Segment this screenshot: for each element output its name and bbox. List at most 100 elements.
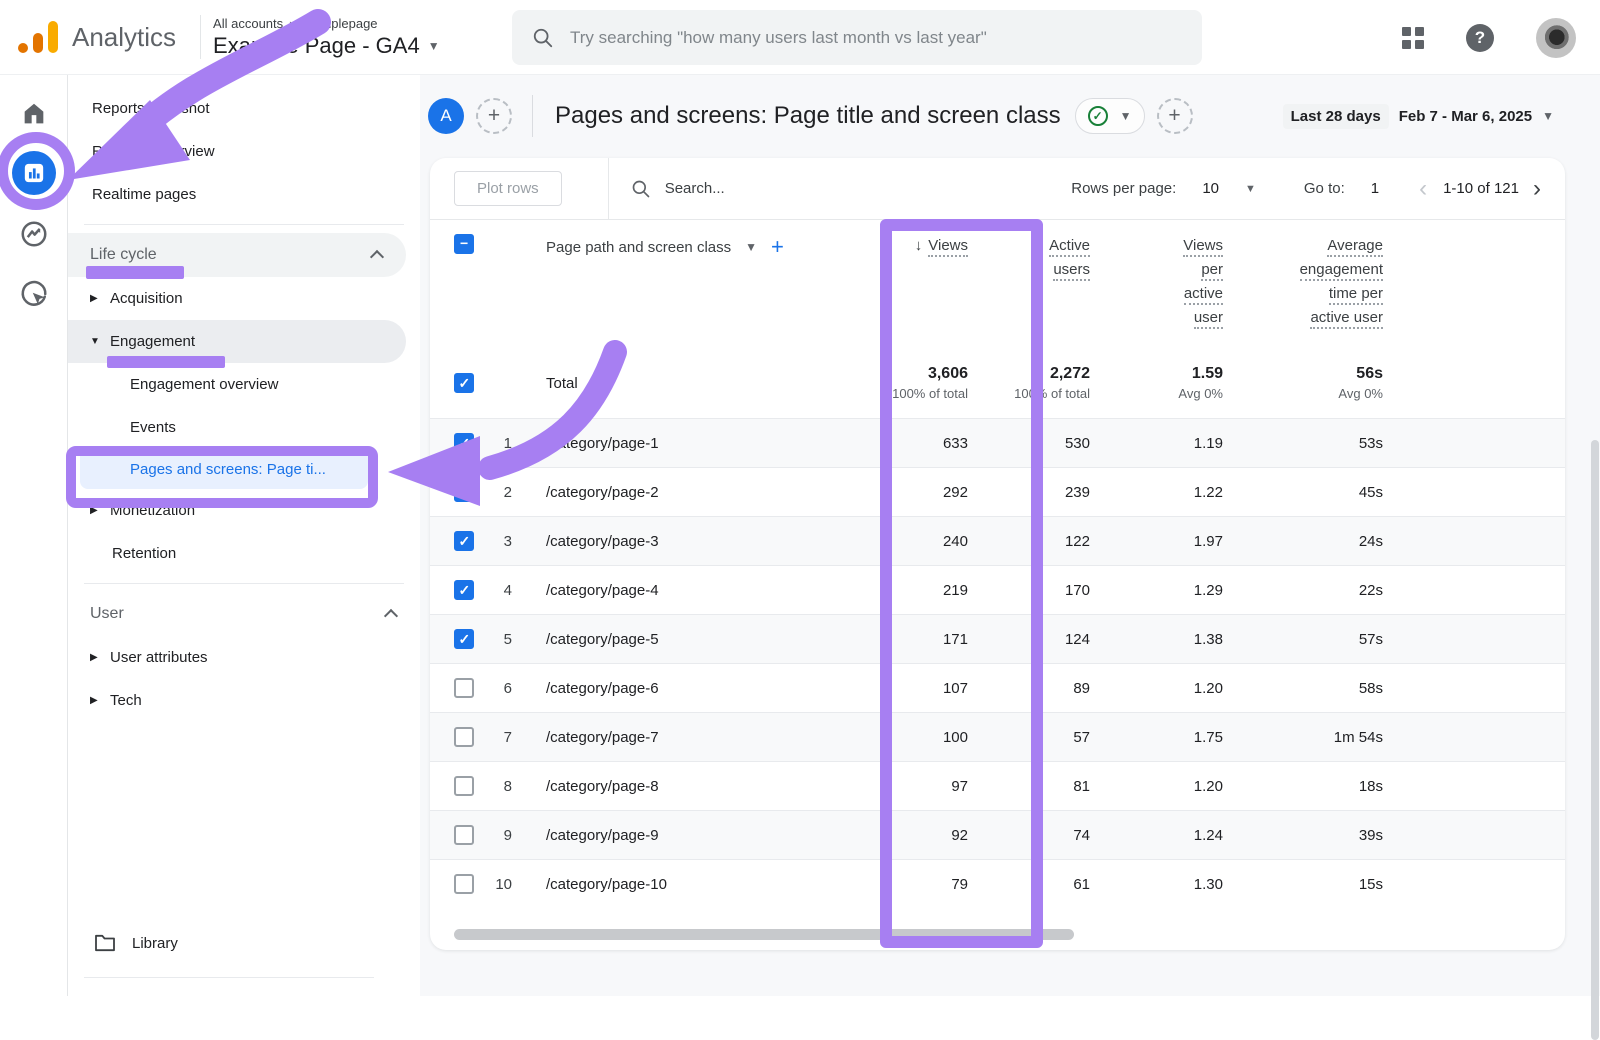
reports-icon[interactable]: [12, 151, 56, 195]
previous-page-icon[interactable]: ‹: [1419, 177, 1427, 201]
table-row: 6 /category/page-6 107 89 1.20 58s: [430, 663, 1565, 712]
section-user[interactable]: User: [68, 592, 420, 636]
horizontal-scrollbar[interactable]: [454, 929, 1074, 940]
row-checkbox[interactable]: [454, 874, 474, 894]
select-all-checkbox[interactable]: [454, 234, 474, 254]
header-divider: [532, 95, 533, 137]
sidebar-item-library[interactable]: Library: [68, 934, 420, 952]
chevron-down-icon[interactable]: ▼: [745, 240, 757, 254]
column-header-views[interactable]: ↓Views: [840, 234, 980, 258]
total-active-users: 2,272: [980, 365, 1090, 383]
sidebar-item-acquisition[interactable]: ▶ Acquisition: [68, 277, 420, 320]
expand-arrow-icon: ▶: [90, 505, 100, 516]
help-icon[interactable]: ?: [1466, 24, 1494, 52]
sidebar-item-pages-and-screens[interactable]: Pages and screens: Page ti...: [80, 449, 368, 489]
row-checkbox[interactable]: [454, 727, 474, 747]
chevron-down-icon: ▼: [428, 39, 440, 53]
page-path: /category/page-3: [526, 533, 840, 550]
top-app-bar: Analytics All accounts › examplepage Exa…: [0, 0, 1600, 75]
row-checkbox[interactable]: [454, 629, 474, 649]
table-row: 9 /category/page-9 92 74 1.24 39s: [430, 810, 1565, 859]
collapse-arrow-icon: ▼: [90, 336, 100, 347]
table-row: 3 /category/page-3 240 122 1.97 24s: [430, 516, 1565, 565]
dimension-header[interactable]: Page path and screen class ▼ +: [526, 234, 840, 260]
sidebar-divider: [84, 583, 404, 584]
expand-arrow-icon: ▶: [90, 652, 100, 663]
column-header-active-users[interactable]: Active users: [980, 234, 1102, 282]
page-path: /category/page-7: [526, 729, 840, 746]
property-selector[interactable]: Example Page - GA4 ▼: [213, 33, 440, 59]
page-path: /category/page-5: [526, 631, 840, 648]
report-owner-avatar[interactable]: A: [428, 98, 464, 134]
page-path: /category/page-8: [526, 778, 840, 795]
search-icon: [631, 179, 651, 199]
advertising-icon[interactable]: [13, 273, 55, 315]
go-to-page-input[interactable]: 1: [1371, 180, 1379, 197]
row-checkbox[interactable]: [454, 776, 474, 796]
nav-rail: [0, 75, 68, 996]
row-checkbox[interactable]: [454, 433, 474, 453]
chevron-down-icon: ▼: [1120, 109, 1132, 123]
sidebar-item-engagement-overview[interactable]: Engagement overview: [68, 363, 420, 406]
breadcrumb-account[interactable]: examplepage: [299, 16, 377, 31]
breadcrumb-all-accounts[interactable]: All accounts: [213, 16, 283, 31]
sidebar-divider: [84, 977, 374, 978]
report-status-pill[interactable]: ✓ ▼: [1075, 98, 1145, 134]
sidebar-item-user-attributes[interactable]: ▶ User attributes: [68, 636, 420, 679]
add-dimension-icon[interactable]: +: [771, 234, 784, 260]
page-path: /category/page-1: [526, 435, 840, 452]
column-header-views-per-active-user[interactable]: Views per active user: [1102, 234, 1235, 330]
add-segment-button[interactable]: +: [1157, 98, 1193, 134]
page-path: /category/page-10: [526, 876, 840, 893]
date-range-picker[interactable]: Last 28 days Feb 7 - Mar 6, 2025 ▼: [1283, 104, 1580, 129]
chevron-down-icon[interactable]: ▼: [1245, 183, 1256, 195]
reports-sidebar: Reports snapshot Realtime overview Realt…: [68, 75, 420, 996]
next-page-icon[interactable]: ›: [1533, 177, 1541, 201]
controls-divider: [608, 158, 609, 220]
date-preset-label: Last 28 days: [1283, 104, 1389, 129]
table-controls: Plot rows Search... Rows per page: 10 ▼ …: [430, 158, 1565, 220]
table-row: 1 /category/page-1 633 530 1.19 53s: [430, 418, 1565, 467]
column-header-average-engagement-time[interactable]: Average engagement time per active user: [1235, 234, 1395, 330]
sidebar-item-engagement[interactable]: ▼ Engagement: [68, 320, 406, 363]
rows-per-page-select[interactable]: 10: [1202, 180, 1219, 197]
row-checkbox[interactable]: [454, 580, 474, 600]
explore-icon[interactable]: [13, 213, 55, 255]
sidebar-item-monetization[interactable]: ▶ Monetization: [68, 489, 420, 532]
sidebar-item-realtime-pages[interactable]: Realtime pages: [68, 173, 420, 216]
sidebar-item-retention[interactable]: Retention: [68, 532, 420, 575]
table-row: 2 /category/page-2 292 239 1.22 45s: [430, 467, 1565, 516]
total-row-checkbox[interactable]: [454, 373, 474, 393]
table-search-input[interactable]: Search...: [631, 179, 725, 199]
breadcrumb: All accounts › examplepage Example Page …: [213, 16, 440, 59]
vertical-scrollbar[interactable]: [1591, 440, 1599, 1040]
report-table-card: Plot rows Search... Rows per page: 10 ▼ …: [430, 158, 1565, 950]
sidebar-item-events[interactable]: Events: [68, 406, 420, 449]
user-avatar[interactable]: [1536, 18, 1576, 58]
home-icon[interactable]: [13, 93, 55, 135]
page-path: /category/page-2: [526, 484, 840, 501]
table-row: 10 /category/page-10 79 61 1.30 15s: [430, 859, 1565, 908]
table-row: 7 /category/page-7 100 57 1.75 1m 54s: [430, 712, 1565, 761]
sidebar-item-tech[interactable]: ▶ Tech: [68, 679, 420, 722]
row-checkbox[interactable]: [454, 825, 474, 845]
sort-descending-icon: ↓: [915, 237, 923, 254]
sidebar-divider: [84, 224, 404, 225]
search-placeholder: Try searching "how many users last month…: [570, 28, 987, 48]
collapse-chevron-icon: [386, 608, 398, 620]
google-analytics-logo-icon: [20, 19, 62, 55]
table-total-row: Total 3,606100% of total 2,272100% of to…: [430, 348, 1565, 418]
sidebar-item-reports-snapshot[interactable]: Reports snapshot: [68, 87, 420, 130]
total-avg-engagement: 56s: [1235, 365, 1383, 383]
global-search-input[interactable]: Try searching "how many users last month…: [512, 10, 1202, 65]
apps-grid-icon[interactable]: [1402, 27, 1424, 49]
plot-rows-button[interactable]: Plot rows: [454, 171, 562, 206]
expand-arrow-icon: ▶: [90, 293, 100, 304]
add-comparison-button[interactable]: +: [476, 98, 512, 134]
row-checkbox[interactable]: [454, 531, 474, 551]
row-checkbox[interactable]: [454, 678, 474, 698]
section-life-cycle[interactable]: Life cycle: [68, 233, 406, 277]
total-label: Total: [526, 375, 840, 392]
sidebar-item-realtime-overview[interactable]: Realtime overview: [68, 130, 420, 173]
row-checkbox[interactable]: [454, 482, 474, 502]
